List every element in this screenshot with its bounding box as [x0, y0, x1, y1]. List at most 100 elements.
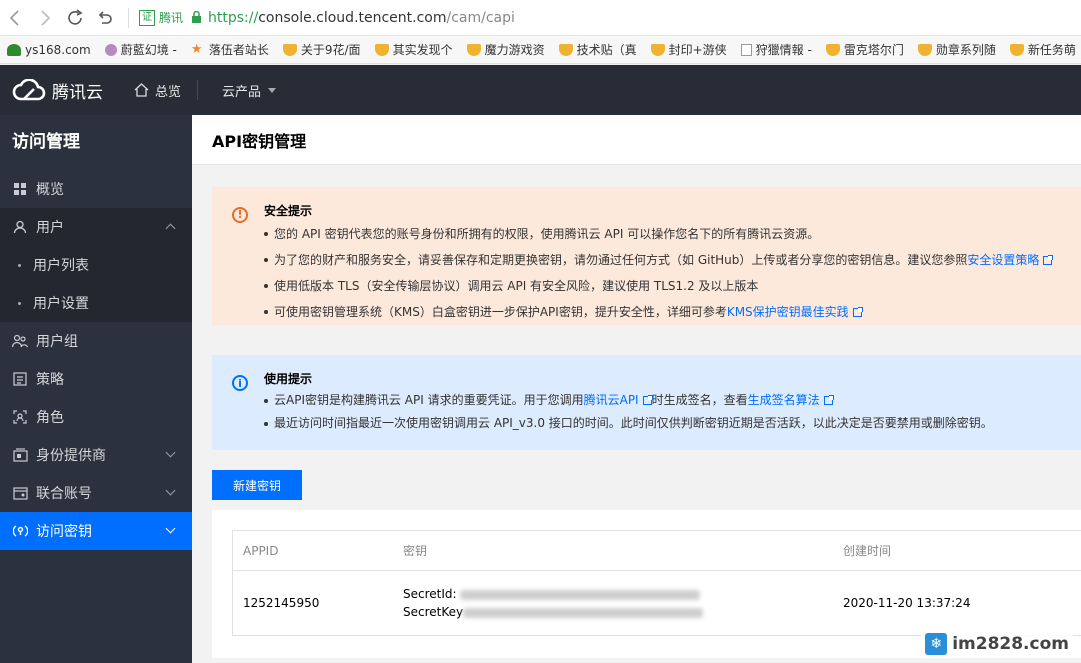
sidebar-item-user-settings[interactable]: 用户设置 [0, 284, 192, 322]
trophy-icon [650, 43, 665, 56]
sidebar-item-label: 用户 [36, 220, 64, 236]
url-protocol: https:// [208, 9, 259, 26]
column-header-key: 密钥 [403, 543, 428, 558]
new-key-button[interactable]: 新建密钥 [212, 470, 302, 500]
forward-icon[interactable] [30, 3, 60, 33]
user-icon [12, 219, 28, 235]
bookmark-item[interactable]: 新任务萌 [1003, 41, 1081, 58]
url-path: /cam/capi [446, 9, 515, 26]
sidebar-item-user-list[interactable]: 用户列表 [0, 246, 192, 284]
key-icon [12, 523, 28, 539]
bookmark-item[interactable]: 技术贴（真 [552, 41, 644, 58]
sidebar-item-policies[interactable]: 策略 [0, 360, 192, 398]
usage-tip: i 使用提示 云API密钥是构建腾讯云 API 请求的重要凭证。用于您调用腾讯云… [212, 355, 1081, 450]
undo-icon[interactable] [90, 3, 120, 33]
security-policy-link[interactable]: 安全设置策略 [967, 253, 1039, 267]
sidebar-item-users[interactable]: 用户 [0, 208, 192, 246]
nav-products[interactable]: 云产品 [198, 81, 277, 100]
bookmark-label: 落伍者站长 [208, 43, 269, 57]
cert-icon: 证 [139, 9, 155, 26]
bookmark-item[interactable]: 魔力游戏资 [460, 41, 552, 58]
external-link-icon[interactable] [1043, 255, 1054, 265]
cloud-api-link[interactable]: 腾讯云API [584, 393, 639, 407]
trophy-icon [825, 43, 840, 56]
column-header-created: 创建时间 [843, 544, 892, 558]
created-cell: 2020-11-20 13:37:24 [843, 596, 971, 610]
table-row: 1252145950 SecretId: SecretKey 2020-11-2… [233, 571, 1081, 635]
identity-provider-icon [12, 447, 28, 463]
sidebar-item-access-keys[interactable]: 访问密钥 [0, 512, 192, 550]
sidebar-item-label: 用户设置 [33, 296, 89, 312]
external-link-icon[interactable] [642, 395, 653, 405]
bookmark-item[interactable]: 封印+游侠 [644, 41, 734, 58]
chevron-up-icon [165, 223, 176, 234]
cloud-logo-icon [12, 79, 46, 101]
sidebar-item-label: 用户组 [36, 334, 78, 350]
watermark: ❄ im2828.com [921, 631, 1073, 657]
watermark-text: im2828.com [952, 634, 1069, 654]
bookmark-label: 关于9花/面 [300, 43, 361, 57]
external-link-icon[interactable] [852, 307, 863, 317]
signature-algorithm-link[interactable]: 生成签名算法 [748, 393, 820, 407]
federated-account-icon [12, 485, 28, 501]
usage-tip-title: 使用提示 [264, 372, 313, 386]
kms-best-practice-link[interactable]: KMS保护密钥最佳实践 [727, 305, 849, 319]
sidebar-item-federated[interactable]: 联合账号 [0, 474, 192, 512]
sidebar-item-roles[interactable]: 角色 [0, 398, 192, 436]
bookmark-item[interactable]: 关于9花/面 [276, 41, 368, 58]
bullet-icon [18, 301, 21, 305]
bookmark-item[interactable]: ys168.com [0, 43, 98, 57]
nav-home[interactable]: 总览 [118, 80, 199, 100]
caret-down-icon [268, 87, 277, 93]
bookmark-label: 蔚藍幻境 - [120, 43, 177, 57]
sidebar-item-overview[interactable]: 概览 [0, 170, 192, 208]
back-icon[interactable] [0, 3, 30, 33]
usage-tip-line: 最近访问时间指最近一次使用密钥调用云 API_v3.0 接口的时间。此时间仅供判… [264, 412, 1081, 435]
bookmark-item[interactable]: 其实发现个 [368, 41, 460, 58]
tip-text: 为了您的财产和服务安全，请妥善保存和定期更换密钥，请勿通过任何方式（如 GitH… [274, 253, 968, 267]
trophy-icon [917, 43, 932, 56]
console-top-nav: 腾讯云 总览 云产品 [0, 65, 1081, 115]
tree-icon [7, 43, 21, 56]
lock-icon [191, 11, 202, 24]
bookmark-label: 魔力游戏资 [484, 43, 545, 57]
sidebar-item-label: 用户列表 [33, 258, 89, 274]
sidebar-item-label: 联合账号 [36, 486, 92, 502]
url-field[interactable]: https://console.cloud.tencent.com/cam/ca… [208, 10, 515, 26]
role-icon [12, 409, 28, 425]
sidebar-item-label: 角色 [36, 410, 64, 426]
bookmark-item[interactable]: 雷克塔尔门 [819, 41, 911, 58]
external-link-icon[interactable] [823, 395, 834, 405]
usage-tip-line: 云API密钥是构建腾讯云 API 请求的重要凭证。用于您调用腾讯云API 时生成签… [264, 389, 1081, 412]
tip-text: 最近访问时间指最近一次使用密钥调用云 API_v3.0 接口的时间。此时间仅供判… [274, 416, 993, 430]
chevron-down-icon [165, 447, 176, 458]
logo[interactable]: 腾讯云 [0, 78, 118, 103]
sidebar-item-label: 访问密钥 [36, 524, 92, 540]
certificate-badge[interactable]: 证 腾讯 [139, 9, 183, 26]
sidebar-item-groups[interactable]: 用户组 [0, 322, 192, 360]
user-group-icon [12, 333, 28, 349]
bookmark-label: 雷克塔尔门 [843, 43, 904, 57]
bookmark-item[interactable]: ★ 落伍者站长 [184, 41, 276, 58]
trophy-icon [282, 43, 297, 56]
divider [128, 7, 129, 28]
bookmark-item[interactable]: 蔚藍幻境 - [98, 41, 184, 58]
cert-name: 腾讯 [159, 11, 184, 25]
page-title: API密钥管理 [192, 115, 1081, 165]
secret-id-redacted [460, 589, 701, 600]
bookmark-label: 其实发现个 [392, 43, 453, 57]
sidebar-item-identity-provider[interactable]: 身份提供商 [0, 436, 192, 474]
url-host: console.cloud.tencent.com [258, 9, 447, 26]
keys-table: APPID 密钥 创建时间 1252145950 SecretId: Secre… [232, 530, 1081, 636]
bookmark-item[interactable]: 狩獵情報 - [734, 41, 819, 58]
security-tip-line: 使用低版本 TLS（安全传输层协议）调用云 API 有安全风险，建议使用 TLS… [264, 273, 1081, 299]
reload-icon[interactable] [60, 3, 90, 33]
sidebar-item-label: 策略 [36, 372, 64, 388]
person-icon [104, 43, 117, 56]
secret-key-label: SecretKey [403, 605, 464, 619]
nav-products-label: 云产品 [222, 84, 262, 100]
secret-id-label: SecretId: [403, 587, 461, 601]
bookmark-label: 勋章系列随 [935, 43, 996, 57]
policy-icon [12, 371, 28, 387]
bookmark-item[interactable]: 勋章系列随 [911, 41, 1003, 58]
